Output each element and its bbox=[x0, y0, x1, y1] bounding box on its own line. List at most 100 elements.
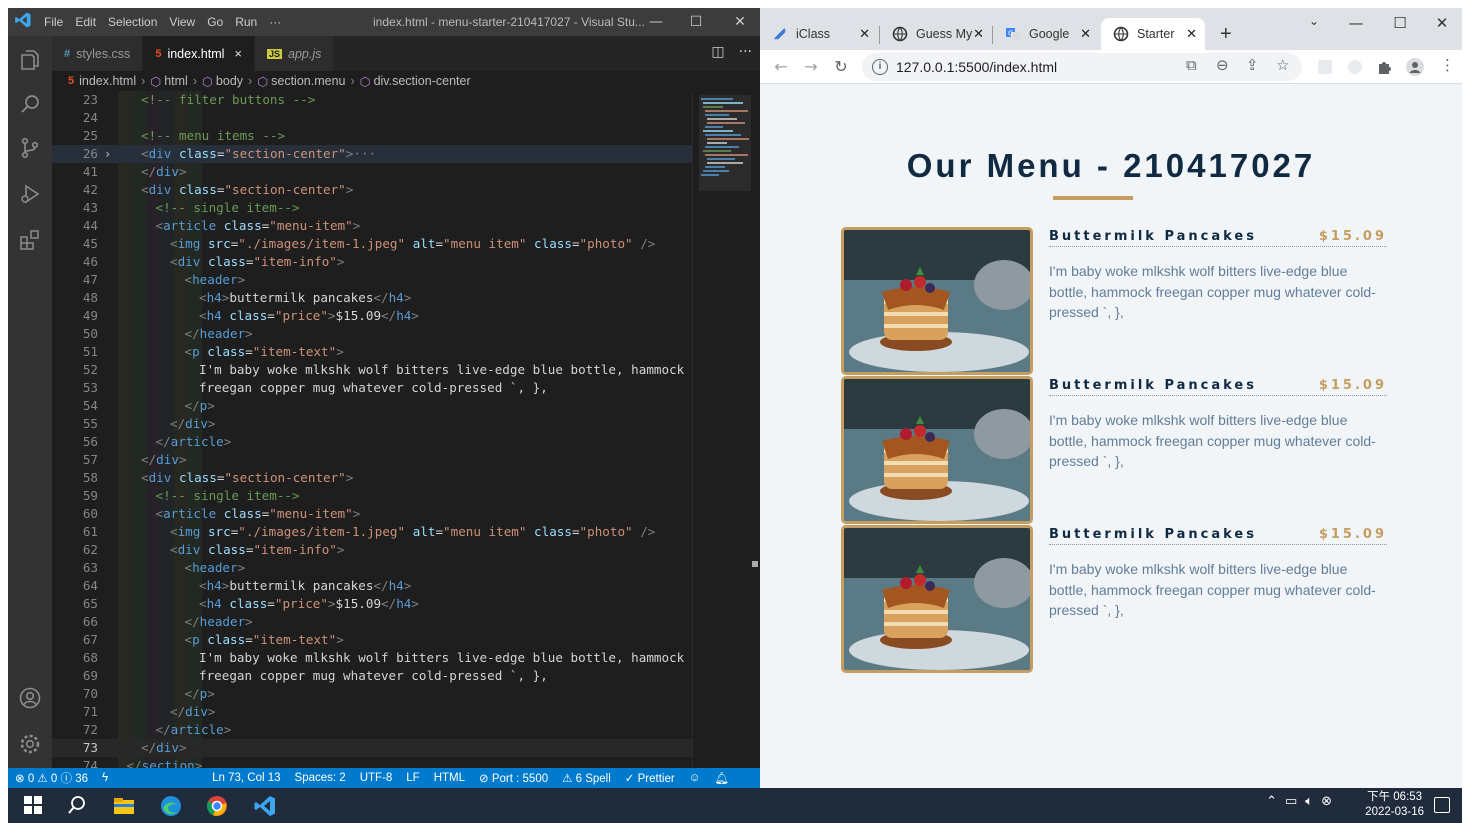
accounts-icon[interactable] bbox=[18, 686, 42, 710]
forward-arrow-icon[interactable]: → bbox=[800, 56, 822, 78]
file-explorer-icon[interactable] bbox=[112, 794, 136, 818]
more-actions-icon[interactable]: ··· bbox=[739, 44, 752, 60]
code-line[interactable]: 59 <!-- single item--> bbox=[52, 487, 692, 505]
network-icon[interactable]: ▭ bbox=[1285, 794, 1297, 809]
back-arrow-icon[interactable]: ← bbox=[770, 56, 792, 78]
status-error-icon[interactable]: ⊗ bbox=[1321, 794, 1332, 809]
code-line[interactable]: 55 </div> bbox=[52, 415, 692, 433]
explorer-icon[interactable] bbox=[18, 48, 42, 72]
search-icon[interactable] bbox=[66, 794, 90, 818]
breadcrumb-div[interactable]: div.section-center bbox=[374, 74, 471, 88]
prettier-status[interactable]: ✓ Prettier bbox=[618, 771, 682, 785]
tray-chevron-icon[interactable]: ⌃ bbox=[1266, 794, 1277, 809]
code-line[interactable]: 56 </article> bbox=[52, 433, 692, 451]
edge-browser-icon[interactable] bbox=[159, 794, 183, 818]
breadcrumb-body[interactable]: body bbox=[216, 74, 243, 88]
code-line[interactable]: 43 <!-- single item--> bbox=[52, 199, 692, 217]
tab-close-icon[interactable]: ✕ bbox=[859, 26, 870, 42]
code-editor[interactable]: 23 <!-- filter buttons --> 24 25 <!-- menu i… bbox=[52, 91, 692, 768]
code-line[interactable]: 64 <h4>buttermilk pancakes</h4> bbox=[52, 577, 692, 595]
minimize-button[interactable]: — bbox=[1336, 14, 1376, 32]
menu-view[interactable]: View bbox=[163, 15, 201, 29]
taskbar-clock[interactable]: 下午 06:53 2022-03-16 bbox=[1365, 790, 1424, 820]
code-line[interactable]: 72 </article> bbox=[52, 721, 692, 739]
new-tab-button[interactable]: + bbox=[1220, 18, 1250, 50]
tab-index-html[interactable]: 5 index.html × bbox=[143, 36, 256, 71]
tab-close-icon[interactable]: ✕ bbox=[1080, 26, 1091, 42]
problems-status[interactable]: ⊗ 0 ⚠ 0 ⓘ 36 bbox=[8, 770, 95, 786]
code-line[interactable]: 54 </p> bbox=[52, 397, 692, 415]
code-line[interactable]: 61 <img src="./images/item-1.jpeg" alt="m… bbox=[52, 523, 692, 541]
volume-icon[interactable]: 🔈︎ bbox=[1305, 794, 1313, 809]
zoom-icon[interactable]: ⊖ bbox=[1216, 56, 1229, 74]
code-line[interactable]: 48 <h4>buttermilk pancakes</h4> bbox=[52, 289, 692, 307]
code-line[interactable]: 44 <article class="menu-item"> bbox=[52, 217, 692, 235]
sync-icon[interactable]: ϟ bbox=[95, 772, 115, 784]
minimap[interactable] bbox=[692, 91, 760, 768]
maximize-button[interactable]: ☐ bbox=[1380, 14, 1420, 32]
tab-close-icon[interactable]: × bbox=[234, 46, 242, 61]
chrome-menu-icon[interactable]: ⋮ bbox=[1440, 56, 1455, 74]
extensions-puzzle-icon[interactable] bbox=[1376, 58, 1394, 76]
menu-file[interactable]: File bbox=[38, 15, 69, 29]
code-line[interactable]: 57 </div> bbox=[52, 451, 692, 469]
code-line[interactable]: 71 </div> bbox=[52, 703, 692, 721]
browser-tab-guess[interactable]: Guess My ✕ bbox=[880, 18, 992, 50]
code-line[interactable]: 65 <h4 class="price">$15.09</h4> bbox=[52, 595, 692, 613]
minimize-button[interactable]: — bbox=[636, 11, 676, 33]
translate-page-icon[interactable]: ⧉ bbox=[1186, 56, 1197, 74]
notifications-bell-icon[interactable]: 🔔︎ bbox=[707, 771, 736, 785]
code-line[interactable]: 68 I'm baby woke mlkshk wolf bitters live… bbox=[52, 649, 692, 667]
code-line[interactable]: 41 </div> bbox=[52, 163, 692, 181]
windows-start-icon[interactable] bbox=[22, 794, 46, 818]
search-icon[interactable] bbox=[18, 92, 42, 116]
tab-app-js[interactable]: JS app.js bbox=[255, 36, 335, 71]
settings-gear-icon[interactable] bbox=[18, 732, 42, 756]
code-line[interactable]: 73 </div> bbox=[52, 739, 692, 757]
code-line[interactable]: 62 <div class="item-info"> bbox=[52, 541, 692, 559]
code-line[interactable]: 24 bbox=[52, 109, 692, 127]
code-line[interactable]: 53 freegan copper mug whatever cold-press… bbox=[52, 379, 692, 397]
split-editor-icon[interactable]: ◫ bbox=[711, 44, 724, 60]
code-line[interactable]: 69 freegan copper mug whatever cold-press… bbox=[52, 667, 692, 685]
language-mode[interactable]: HTML bbox=[427, 772, 472, 784]
code-line[interactable]: 51 <p class="item-text"> bbox=[52, 343, 692, 361]
code-line[interactable]: 50 </header> bbox=[52, 325, 692, 343]
menu-edit[interactable]: Edit bbox=[69, 15, 102, 29]
menu-run[interactable]: Run bbox=[229, 15, 263, 29]
indentation-status[interactable]: Spaces: 2 bbox=[288, 772, 353, 784]
extension-face-icon[interactable] bbox=[1346, 58, 1364, 76]
cursor-position[interactable]: Ln 73, Col 13 bbox=[205, 772, 287, 784]
share-icon[interactable]: ⇪ bbox=[1246, 56, 1259, 74]
breadcrumb-html[interactable]: html bbox=[164, 74, 188, 88]
tab-close-icon[interactable]: ✕ bbox=[1186, 26, 1197, 42]
fold-chevron-icon[interactable]: › bbox=[104, 145, 111, 163]
tab-close-icon[interactable]: ✕ bbox=[973, 26, 984, 42]
code-line[interactable]: 47 <header> bbox=[52, 271, 692, 289]
code-line[interactable]: 45 <img src="./images/item-1.jpeg" alt="m… bbox=[52, 235, 692, 253]
code-line[interactable]: 25 <!-- menu items --> bbox=[52, 127, 692, 145]
action-center-icon[interactable] bbox=[1434, 797, 1450, 813]
url-text[interactable]: 127.0.0.1:5500/index.html bbox=[896, 59, 1057, 75]
breadcrumb-section[interactable]: section.menu bbox=[271, 74, 345, 88]
extensions-icon[interactable] bbox=[18, 228, 42, 252]
extension-blank-icon[interactable] bbox=[1316, 58, 1334, 76]
run-debug-icon[interactable] bbox=[18, 182, 42, 206]
code-line[interactable]: 52 I'm baby woke mlkshk wolf bitters live… bbox=[52, 361, 692, 379]
profile-avatar[interactable] bbox=[1406, 58, 1424, 76]
code-line[interactable]: 23 <!-- filter buttons --> bbox=[52, 91, 692, 109]
vscode-taskbar-icon[interactable] bbox=[253, 794, 277, 818]
code-line[interactable]: 58 <div class="section-center"> bbox=[52, 469, 692, 487]
close-button[interactable]: ✕ bbox=[720, 11, 760, 33]
code-line[interactable]: 67 <p class="item-text"> bbox=[52, 631, 692, 649]
code-line[interactable]: 46 <div class="item-info"> bbox=[52, 253, 692, 271]
source-control-icon[interactable] bbox=[18, 136, 42, 160]
menu-more[interactable]: ··· bbox=[263, 15, 287, 29]
code-line[interactable]: 26 › <div class="section-center">··· bbox=[52, 145, 692, 163]
menu-selection[interactable]: Selection bbox=[102, 15, 163, 29]
browser-tab-starter[interactable]: Starter ✕ bbox=[1101, 18, 1205, 50]
maximize-button[interactable]: ☐ bbox=[676, 11, 716, 33]
code-line[interactable]: 70 </p> bbox=[52, 685, 692, 703]
live-server-port[interactable]: ⊘ Port : 5500 bbox=[472, 771, 555, 785]
site-info-icon[interactable]: i bbox=[872, 59, 888, 75]
